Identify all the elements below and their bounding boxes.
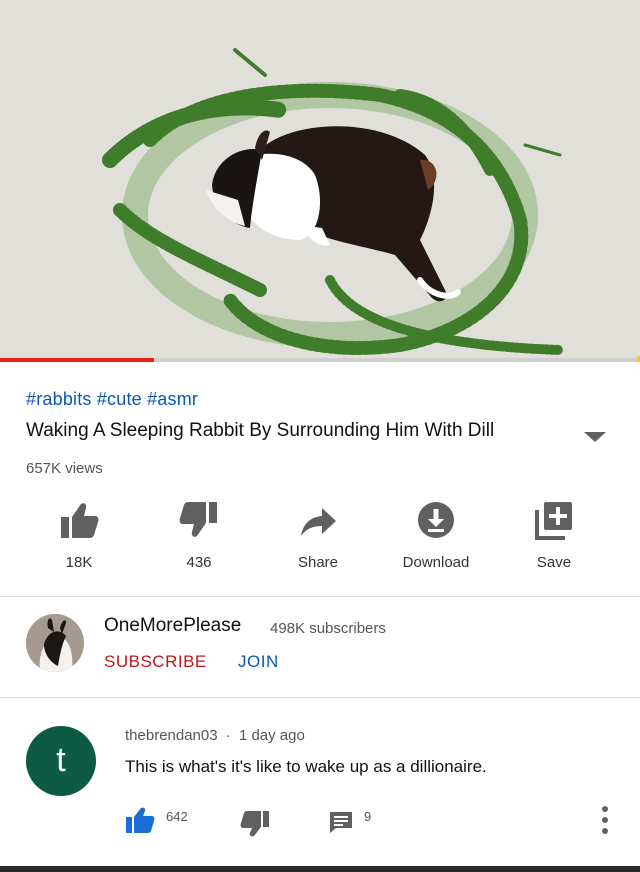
video-title: Waking A Sleeping Rabbit By Surrounding …: [26, 420, 495, 441]
comment-dislike-icon[interactable]: [240, 810, 270, 838]
save-button[interactable]: Save: [499, 498, 609, 588]
system-nav-bar: [0, 866, 640, 872]
like-button[interactable]: 18K: [24, 498, 134, 588]
video-progress-fill: [0, 358, 154, 362]
save-label: Save: [536, 554, 572, 571]
comment-separator: ·: [225, 727, 231, 744]
subscribe-button[interactable]: SUBSCRIBE: [104, 652, 207, 672]
thumb-down-icon: [179, 502, 217, 537]
comment-reply-icon[interactable]: [328, 810, 354, 834]
subscriber-count: 498K subscribers: [270, 620, 386, 637]
video-thumbnail: [0, 0, 640, 360]
video-hashtags[interactable]: #rabbits #cute #asmr: [26, 389, 198, 410]
channel-name[interactable]: OneMorePlease: [104, 615, 241, 637]
comment-reply-count: 9: [364, 809, 372, 824]
comment-author-avatar[interactable]: t: [26, 726, 96, 796]
download-label: Download: [402, 554, 470, 571]
channel-avatar[interactable]: [26, 614, 84, 672]
comment-meta: thebrendan03 · 1 day ago: [125, 727, 305, 744]
comment-author[interactable]: thebrendan03: [125, 727, 218, 744]
dislike-count: 436: [186, 554, 212, 571]
view-count: 657K views: [26, 460, 103, 477]
join-button[interactable]: JOIN: [238, 652, 279, 672]
comment-like-count: 642: [166, 809, 188, 824]
thumb-up-icon: [61, 503, 99, 538]
dislike-button[interactable]: 436: [144, 498, 254, 588]
video-player[interactable]: [0, 0, 640, 360]
expand-description-icon[interactable]: [584, 432, 606, 442]
download-icon: [418, 502, 454, 538]
add-to-playlist-icon: [535, 502, 572, 540]
video-progress-track[interactable]: [0, 358, 640, 362]
divider: [0, 697, 640, 698]
divider: [0, 596, 640, 597]
share-label: Share: [297, 554, 339, 571]
action-bar: 18K 436 Share Download Save: [0, 498, 640, 588]
like-count: 18K: [65, 554, 93, 571]
share-icon: [301, 508, 336, 536]
more-options-icon[interactable]: [598, 804, 612, 836]
share-button[interactable]: Share: [263, 498, 373, 588]
comment-text: This is what's it's like to wake up as a…: [125, 757, 487, 776]
comment-like-icon[interactable]: [125, 806, 155, 834]
channel-avatar-image: [26, 614, 84, 672]
comment-time: 1 day ago: [238, 727, 305, 744]
download-button[interactable]: Download: [381, 498, 491, 588]
